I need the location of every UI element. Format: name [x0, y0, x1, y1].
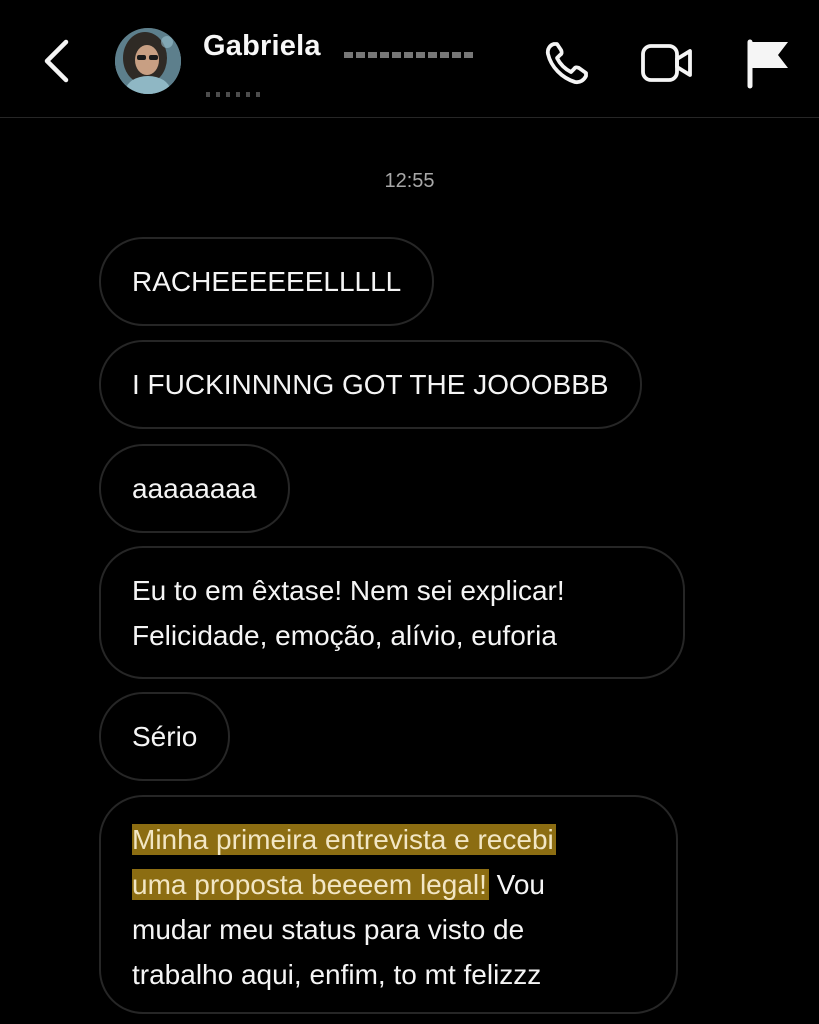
- phone-icon: [545, 42, 588, 85]
- redacted-status: [206, 92, 264, 97]
- chevron-left-icon: [44, 39, 69, 83]
- message-timestamp: 12:55: [384, 170, 435, 192]
- message-text-line: trabalho aqui, enfim, to mt felizzz: [132, 959, 542, 990]
- back-button[interactable]: [36, 36, 80, 86]
- message-bubble[interactable]: RACHEEEEEELLLLL: [99, 237, 435, 326]
- contact-name[interactable]: Gabriela: [203, 30, 321, 63]
- message-bubble[interactable]: aaaaaaaa: [99, 444, 290, 533]
- avatar-photo: [115, 28, 181, 94]
- message-text: Vou: [488, 869, 545, 900]
- chat-header: Gabriela: [0, 0, 819, 118]
- message-bubble[interactable]: Eu to em êxtase! Nem sei explicar! Felic…: [99, 546, 685, 679]
- message-bubble-highlighted[interactable]: Minha primeira entrevista e recebi uma p…: [99, 795, 678, 1014]
- redacted-surname: [344, 52, 476, 58]
- avatar[interactable]: [115, 28, 181, 94]
- video-camera-icon: [641, 44, 692, 82]
- message-text: Sério: [132, 721, 198, 752]
- video-call-button[interactable]: [640, 36, 694, 90]
- call-button[interactable]: [540, 36, 594, 90]
- flag-icon: [747, 39, 788, 89]
- message-text-line: Felicidade, emoção, alívio, euforia: [132, 620, 557, 651]
- message-bubble[interactable]: I FUCKINNNNG GOT THE JOOOBBB: [99, 340, 642, 429]
- message-text: aaaaaaaa: [132, 473, 257, 504]
- highlighted-text: uma proposta beeeem legal!: [132, 869, 489, 900]
- message-text: RACHEEEEEELLLLL: [132, 266, 402, 297]
- message-bubble[interactable]: Sério: [99, 692, 231, 781]
- message-text-line: mudar meu status para visto de: [132, 914, 525, 945]
- highlighted-text: Minha primeira entrevista e recebi: [132, 824, 556, 855]
- message-text: I FUCKINNNNG GOT THE JOOOBBB: [132, 369, 609, 400]
- message-text-line: Eu to em êxtase! Nem sei explicar!: [132, 575, 565, 606]
- report-button[interactable]: [742, 36, 796, 90]
